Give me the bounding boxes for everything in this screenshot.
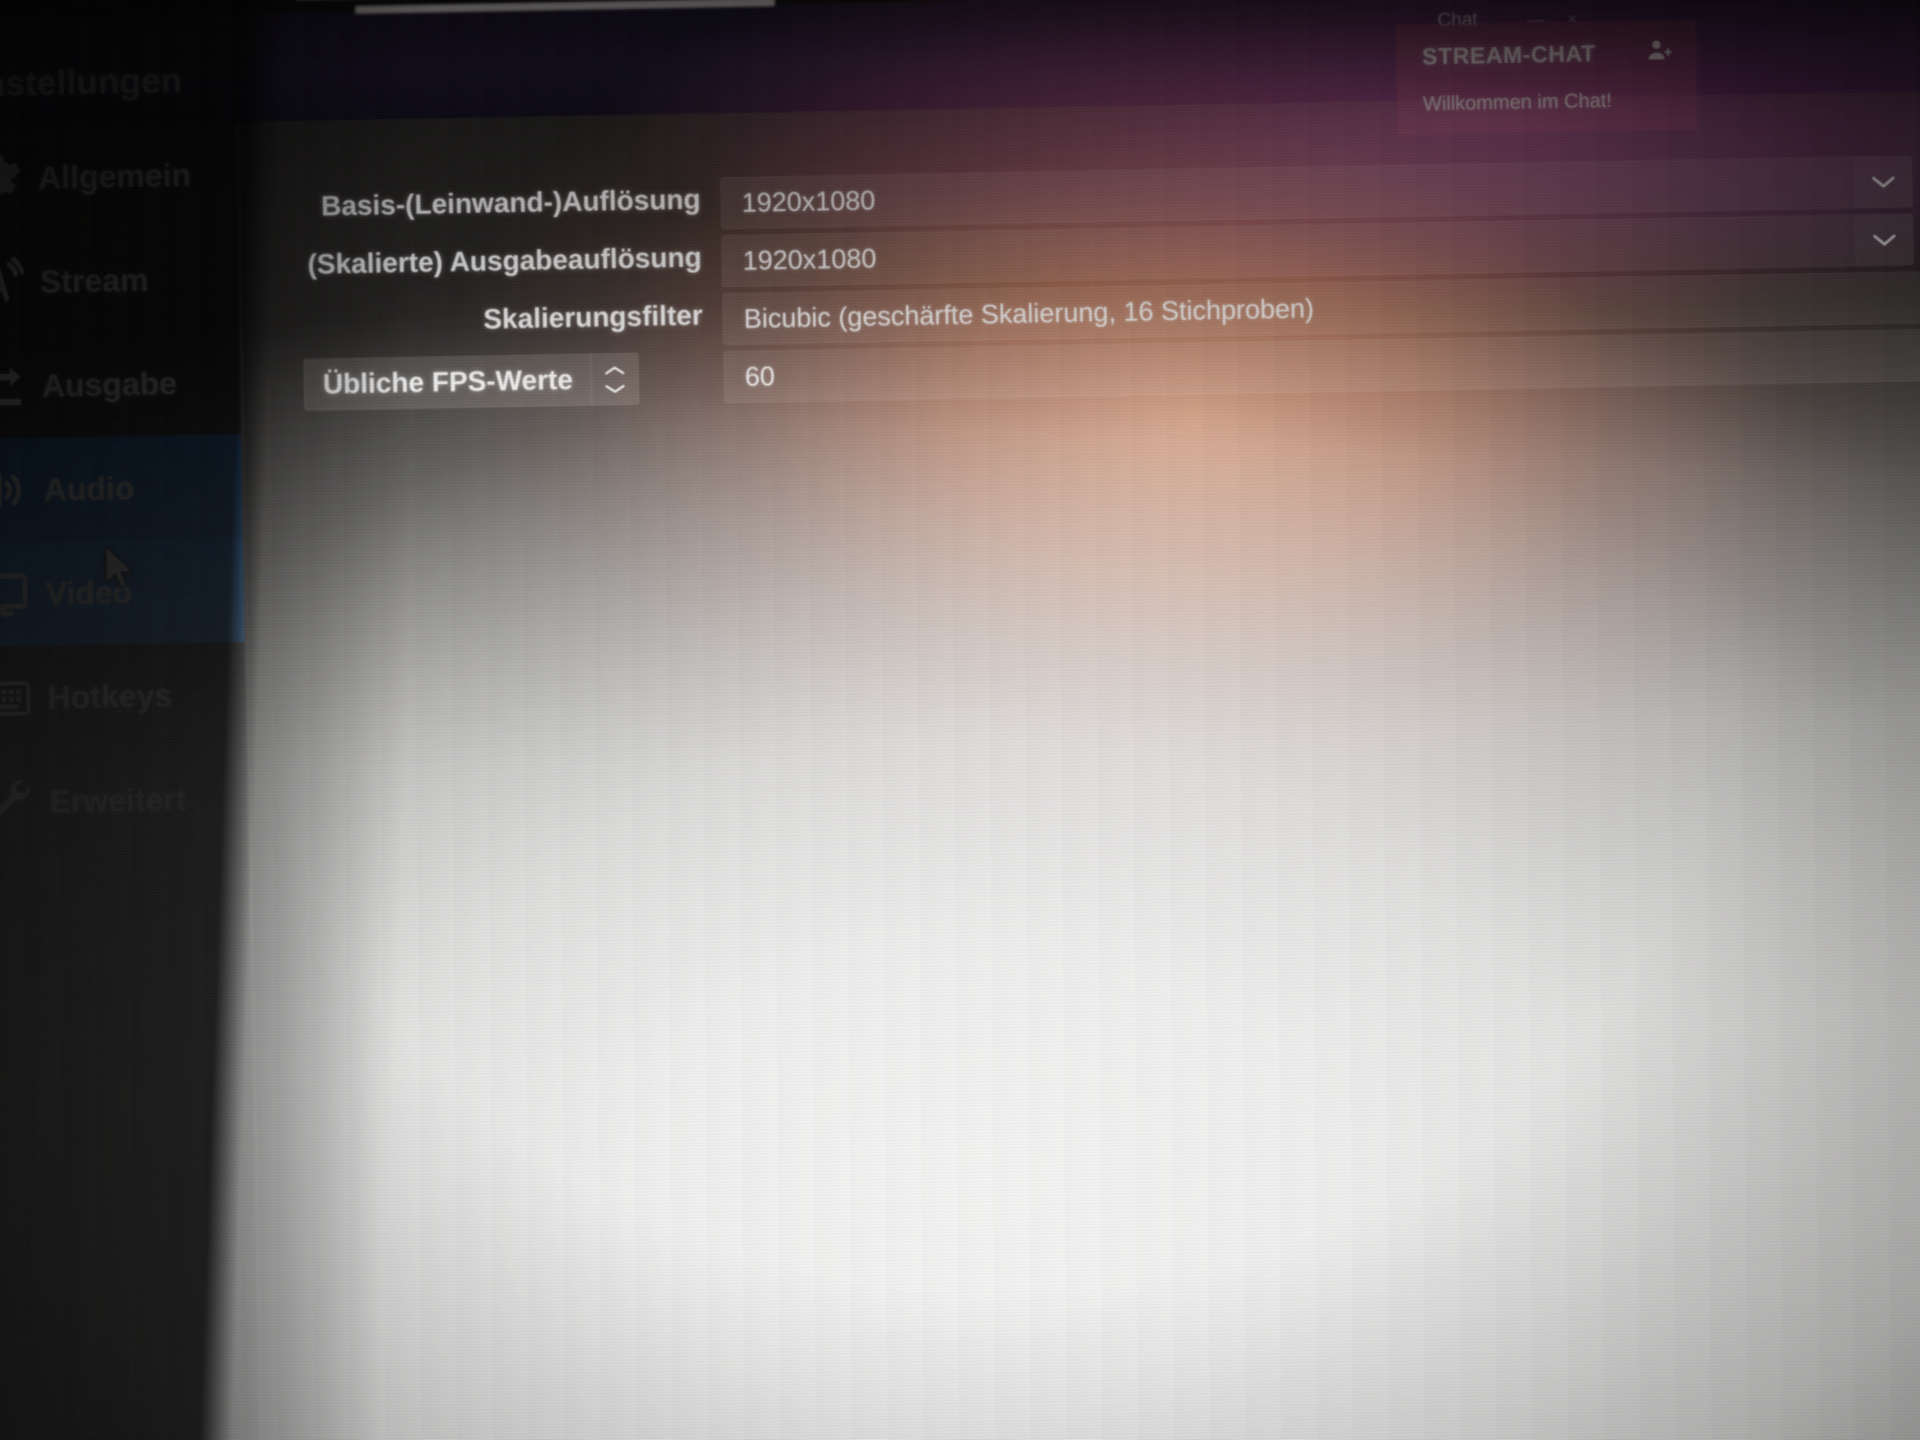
- sidebar-item-stream[interactable]: Stream: [0, 226, 243, 335]
- chat-welcome-message: Willkommen im Chat!: [1422, 89, 1613, 116]
- photo-of-monitor: Einstellungen Allgemein Stream Ausgabe A…: [0, 0, 1920, 1440]
- sidebar-item-allgemein[interactable]: Allgemein: [0, 122, 241, 231]
- fps-type-label: Übliche FPS-Werte: [322, 363, 574, 400]
- monitor-screen: Einstellungen Allgemein Stream Ausgabe A…: [0, 0, 1920, 1440]
- gear-icon: [0, 150, 39, 208]
- sidebar-item-label: Audio: [43, 469, 135, 508]
- page-title: Einstellungen: [0, 61, 183, 105]
- sidebar-item-hotkeys[interactable]: Hotkeys: [0, 642, 251, 751]
- sidebar-item-label: Erweitert: [49, 780, 187, 820]
- scaling-filter-label: Skalierungsfilter: [483, 299, 703, 335]
- output-resolution-value: 1920x1080: [742, 242, 877, 276]
- sidebar-item-label: Allgemein: [37, 156, 192, 196]
- keyboard-icon: [0, 670, 48, 728]
- sidebar-item-ausgabe[interactable]: Ausgabe: [0, 330, 245, 439]
- mouse-cursor: [104, 545, 134, 589]
- sidebar-item-label: Hotkeys: [47, 676, 173, 716]
- wrench-icon: [0, 773, 50, 833]
- stream-chat-panel[interactable]: STREAM-CHAT Willkommen im Chat!: [1395, 19, 1698, 135]
- output-icon: [0, 358, 42, 416]
- video-settings-form: Basis-(Leinwand-)Auflösung 1920x1080 Sei…: [239, 90, 1920, 1440]
- chevron-down-icon[interactable]: [1854, 156, 1912, 208]
- stream-chat-header: STREAM-CHAT: [1395, 19, 1696, 83]
- settings-sidebar[interactable]: Allgemein Stream Ausgabe Audio Video Hot…: [0, 122, 265, 1440]
- chevron-down-icon[interactable]: [1855, 214, 1913, 266]
- person-add-icon[interactable]: [1646, 36, 1675, 70]
- fps-type-selector[interactable]: Übliche FPS-Werte: [303, 352, 640, 411]
- sidebar-item-label: Ausgabe: [41, 364, 178, 404]
- speaker-icon: [0, 462, 44, 520]
- broadcast-icon: [0, 254, 40, 312]
- scaling-filter-value: Bicubic (geschärfte Skalierung, 16 Stich…: [743, 292, 1315, 334]
- fps-value: 60: [744, 360, 776, 392]
- sidebar-item-audio[interactable]: Audio: [0, 433, 247, 543]
- sidebar-item-erweitert[interactable]: Erweitert: [0, 746, 252, 855]
- sidebar-item-label: Stream: [39, 261, 149, 300]
- output-resolution-label: (Skalierte) Ausgabeauflösung: [307, 241, 702, 280]
- obs-settings-window: Einstellungen Allgemein Stream Ausgabe A…: [0, 0, 1920, 1440]
- base-resolution-label: Basis-(Leinwand-)Auflösung: [320, 183, 701, 222]
- monitor-icon: [0, 566, 46, 624]
- fps-type-spinner[interactable]: [590, 353, 639, 405]
- stream-chat-title: STREAM-CHAT: [1421, 40, 1596, 70]
- base-resolution-value: 1920x1080: [741, 184, 876, 218]
